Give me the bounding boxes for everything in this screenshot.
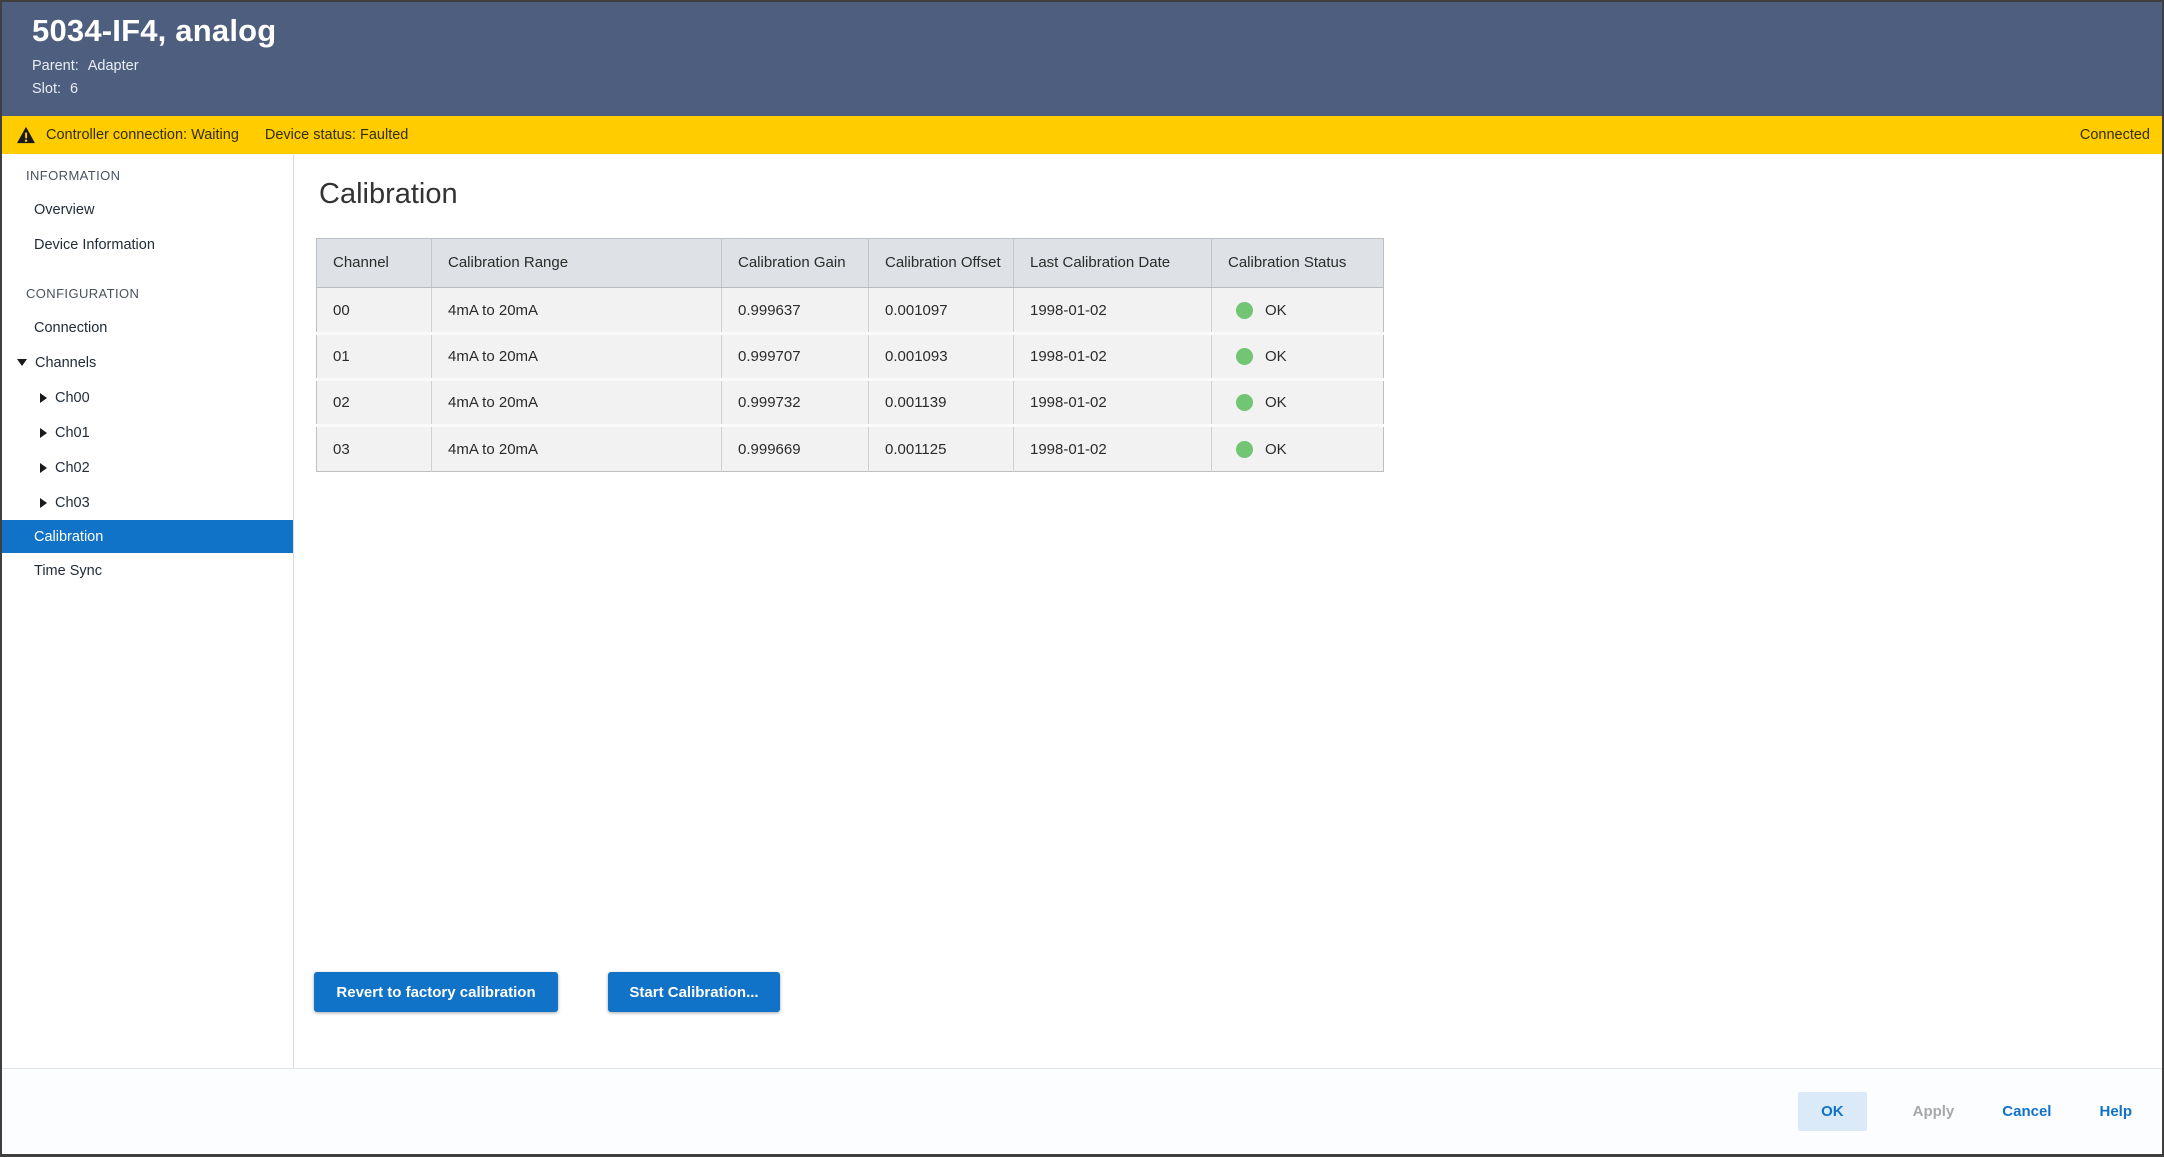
calibration-actions: Revert to factory calibration Start Cali… [314, 972, 780, 1012]
table-row: 03 4mA to 20mA 0.999669 0.001125 1998-01… [317, 426, 1384, 472]
parent-label: Parent: [32, 58, 79, 74]
expand-arrow-icon[interactable] [40, 498, 47, 508]
sidebar-item-device-information[interactable]: Device Information [2, 227, 293, 262]
sidebar-item-label: Ch01 [55, 425, 90, 441]
section-header-configuration: CONFIGURATION [2, 276, 293, 310]
expand-arrow-icon[interactable] [40, 428, 47, 438]
status-label: OK [1265, 441, 1287, 458]
connection-state: Connected [2080, 127, 2150, 143]
sidebar-item-time-sync[interactable]: Time Sync [2, 553, 293, 588]
parent-value: Adapter [88, 58, 139, 74]
cell-date: 1998-01-02 [1014, 380, 1212, 426]
page-title: Calibration [319, 178, 2162, 211]
slot-value: 6 [70, 81, 78, 97]
status-ok-icon [1236, 348, 1253, 365]
cell-range: 4mA to 20mA [432, 288, 722, 334]
collapse-arrow-icon[interactable] [17, 359, 27, 366]
col-header-calibration-range: Calibration Range [432, 239, 722, 288]
cell-channel: 02 [317, 380, 432, 426]
device-slot-row: Slot: 6 [32, 81, 2162, 97]
device-properties-window: 5034-IF4, analog Parent: Adapter Slot: 6 C… [0, 0, 2164, 1157]
status-label: OK [1265, 348, 1287, 365]
main-content: Calibration Channel Calibration Range Ca… [294, 154, 2162, 1068]
status-label: OK [1265, 394, 1287, 411]
col-header-last-calibration-date: Last Calibration Date [1014, 239, 1212, 288]
cell-channel: 00 [317, 288, 432, 334]
revert-factory-calibration-button[interactable]: Revert to factory calibration [314, 972, 558, 1012]
cell-offset: 0.001097 [869, 288, 1014, 334]
slot-label: Slot: [32, 81, 61, 97]
device-status: Device status: Faulted [265, 127, 408, 143]
sidebar-item-label: Time Sync [34, 563, 102, 579]
section-header-information: INFORMATION [2, 158, 293, 192]
device-title: 5034-IF4, analog [32, 13, 2162, 49]
cell-status: OK [1212, 380, 1384, 426]
calibration-table: Channel Calibration Range Calibration Ga… [316, 238, 1384, 472]
table-row: 01 4mA to 20mA 0.999707 0.001093 1998-01… [317, 334, 1384, 380]
sidebar-item-channels[interactable]: Channels [2, 345, 293, 380]
table-row: 02 4mA to 20mA 0.999732 0.001139 1998-01… [317, 380, 1384, 426]
warning-icon [16, 126, 36, 144]
sidebar-item-label: Device Information [34, 237, 155, 253]
cell-offset: 0.001139 [869, 380, 1014, 426]
start-calibration-button[interactable]: Start Calibration... [608, 972, 780, 1012]
col-header-calibration-gain: Calibration Gain [722, 239, 869, 288]
cell-channel: 03 [317, 426, 432, 472]
status-label: OK [1265, 302, 1287, 319]
cell-gain: 0.999669 [722, 426, 869, 472]
sidebar-item-label: Calibration [34, 529, 103, 545]
sidebar-item-connection[interactable]: Connection [2, 310, 293, 345]
cell-offset: 0.001125 [869, 426, 1014, 472]
cell-date: 1998-01-02 [1014, 426, 1212, 472]
status-alert-bar: Controller connection: Waiting Device st… [2, 116, 2162, 154]
cell-date: 1998-01-02 [1014, 334, 1212, 380]
device-parent-row: Parent: Adapter [32, 58, 2162, 74]
col-header-calibration-status: Calibration Status [1212, 239, 1384, 288]
sidebar-item-calibration[interactable]: Calibration [2, 520, 293, 553]
cell-offset: 0.001093 [869, 334, 1014, 380]
cell-range: 4mA to 20mA [432, 426, 722, 472]
cell-status: OK [1212, 426, 1384, 472]
help-button[interactable]: Help [2097, 1092, 2134, 1131]
sidebar-item-label: Ch03 [55, 495, 90, 511]
sidebar-item-label: Overview [34, 202, 94, 218]
cell-gain: 0.999732 [722, 380, 869, 426]
cell-gain: 0.999707 [722, 334, 869, 380]
sidebar-item-ch03[interactable]: Ch03 [2, 485, 293, 520]
col-header-calibration-offset: Calibration Offset [869, 239, 1014, 288]
navigation-sidebar: INFORMATION Overview Device Information … [2, 154, 294, 1068]
table-row: 00 4mA to 20mA 0.999637 0.001097 1998-01… [317, 288, 1384, 334]
window-body: INFORMATION Overview Device Information … [2, 154, 2162, 1068]
status-ok-icon [1236, 394, 1253, 411]
status-ok-icon [1236, 302, 1253, 319]
sidebar-item-ch00[interactable]: Ch00 [2, 380, 293, 415]
cell-gain: 0.999637 [722, 288, 869, 334]
device-banner: 5034-IF4, analog Parent: Adapter Slot: 6 [2, 2, 2162, 116]
cell-date: 1998-01-02 [1014, 288, 1212, 334]
dialog-footer: OK Apply Cancel Help [2, 1068, 2162, 1153]
sidebar-item-overview[interactable]: Overview [2, 192, 293, 227]
sidebar-item-label: Channels [35, 355, 96, 371]
expand-arrow-icon[interactable] [40, 393, 47, 403]
expand-arrow-icon[interactable] [40, 463, 47, 473]
cell-range: 4mA to 20mA [432, 334, 722, 380]
sidebar-item-label: Ch02 [55, 460, 90, 476]
cell-status: OK [1212, 288, 1384, 334]
controller-connection-status: Controller connection: Waiting [46, 127, 239, 143]
col-header-channel: Channel [317, 239, 432, 288]
sidebar-item-ch01[interactable]: Ch01 [2, 415, 293, 450]
sidebar-item-label: Ch00 [55, 390, 90, 406]
apply-button[interactable]: Apply [1911, 1092, 1957, 1131]
ok-button[interactable]: OK [1798, 1092, 1867, 1131]
table-header-row: Channel Calibration Range Calibration Ga… [317, 239, 1384, 288]
cell-status: OK [1212, 334, 1384, 380]
cancel-button[interactable]: Cancel [2000, 1092, 2053, 1131]
cell-range: 4mA to 20mA [432, 380, 722, 426]
status-ok-icon [1236, 441, 1253, 458]
cell-channel: 01 [317, 334, 432, 380]
sidebar-item-ch02[interactable]: Ch02 [2, 450, 293, 485]
sidebar-item-label: Connection [34, 320, 107, 336]
